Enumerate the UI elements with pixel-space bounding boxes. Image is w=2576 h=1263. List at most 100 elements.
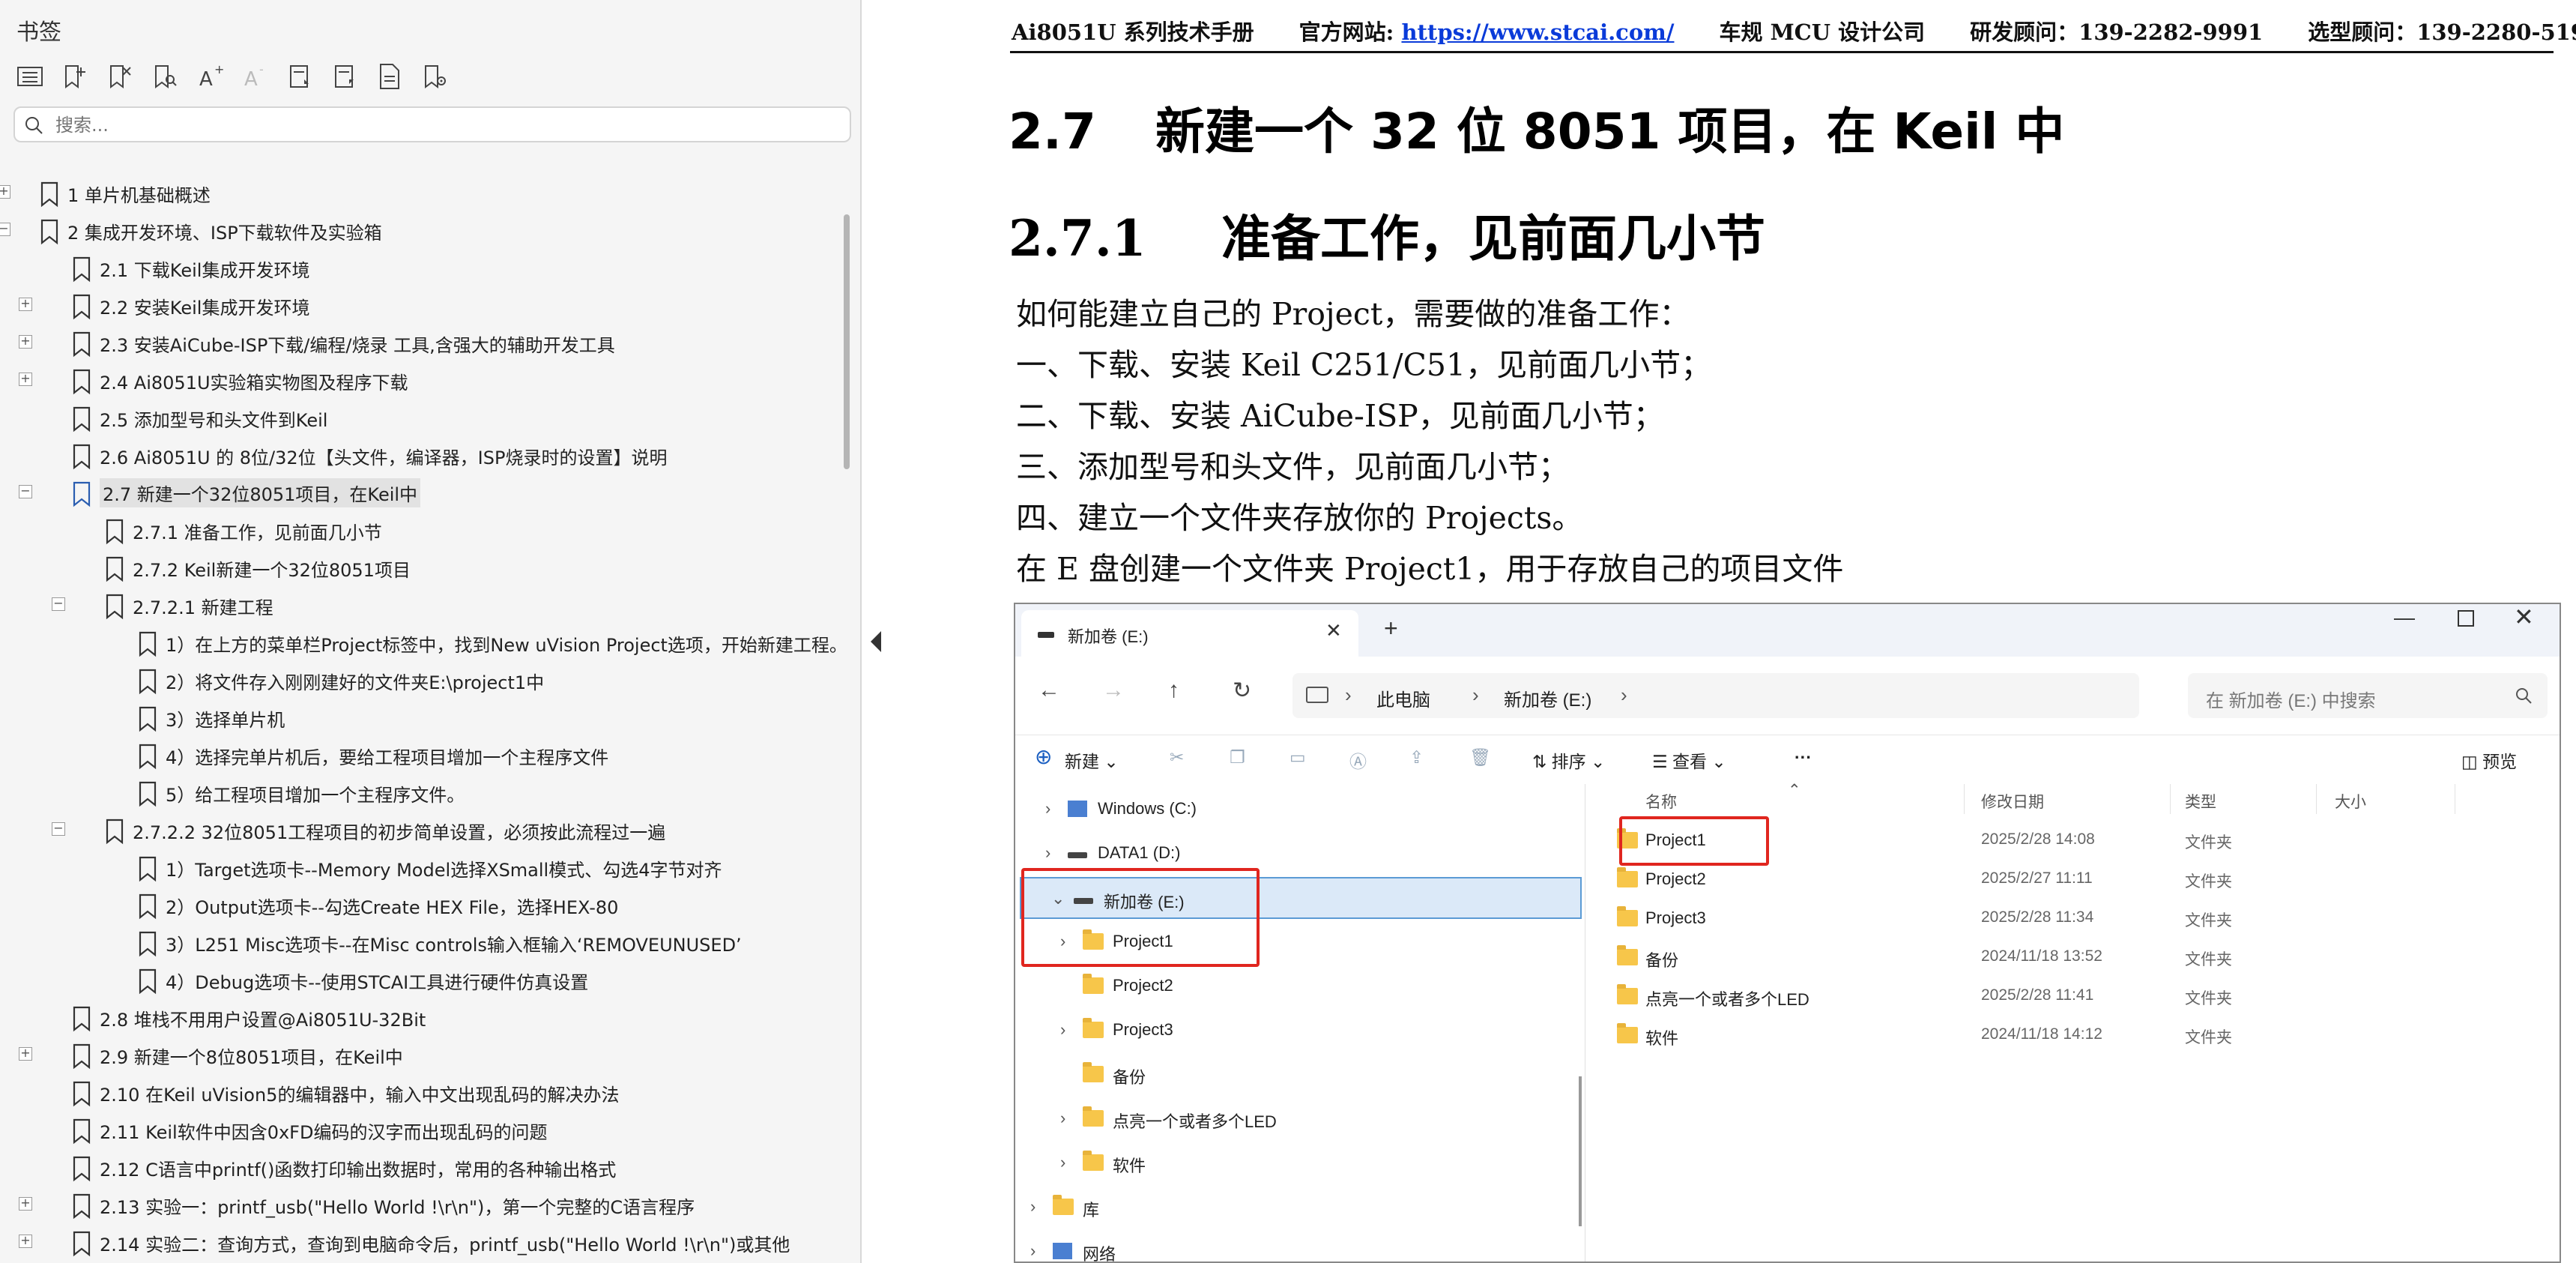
bookmark-icon bbox=[73, 406, 91, 432]
page-header: Ai8051U 系列技术手册 官方网站: https://www.stcai.co… bbox=[1012, 15, 2576, 46]
sort-command: ⇅ 排序 ⌄ bbox=[1532, 752, 1606, 771]
view-label: 查看 bbox=[1672, 752, 1708, 771]
bookmark-item[interactable]: +2.14 实验二：查询方式，查询到电脑命令后，printf_usb("Hell… bbox=[0, 1223, 832, 1261]
bookmark-item[interactable]: 2.1 下载Keil集成开发环境 bbox=[0, 249, 832, 286]
bookmark-item[interactable]: +2.9 新建一个8位8051项目，在Keil中 bbox=[0, 1036, 832, 1073]
bookmark-label: 2.11 Keil软件中因含0xFD编码的汉字而出现乱码的问题 bbox=[100, 1122, 548, 1143]
maximize-icon bbox=[2458, 610, 2474, 627]
column-divider bbox=[1964, 784, 1965, 814]
explorer-tab-title: 新加卷 (E:) bbox=[1068, 627, 1149, 646]
file-type: 文件夹 bbox=[2185, 912, 2232, 929]
bookmark-icon bbox=[139, 856, 157, 882]
file-name: Project2 bbox=[1645, 869, 1706, 888]
bookmark-label: 2.7.1 准备工作，见前面几小节 bbox=[133, 522, 382, 543]
bookmark-label: 1）在上方的菜单栏Project标签中，找到New uVision Projec… bbox=[166, 635, 839, 656]
document-icon bbox=[380, 64, 399, 89]
bookmark-item[interactable]: +2.13 实验一：printf_usb("Hello World !\r\n"… bbox=[0, 1186, 832, 1223]
bookmark-search[interactable] bbox=[13, 106, 851, 142]
bookmark-icon bbox=[73, 331, 91, 358]
expand-all-button[interactable] bbox=[13, 60, 46, 93]
header-rule bbox=[1010, 51, 2554, 53]
bookmark-search-input[interactable] bbox=[54, 112, 836, 139]
bookmark-item[interactable]: 2）Output选项卡--勾选Create HEX File，选择HEX-80 bbox=[0, 886, 832, 923]
address-bar: › 此电脑 › 新加卷 (E:) › bbox=[1292, 673, 2139, 718]
file-name: 软件 bbox=[1645, 1029, 1679, 1048]
bookmark-item[interactable]: 2.7.1 准备工作，见前面几小节 bbox=[0, 511, 832, 549]
bookmark-icon bbox=[73, 1081, 91, 1107]
collapse-panel-arrow-icon[interactable] bbox=[871, 631, 881, 652]
close-icon: ✕ bbox=[1325, 619, 1342, 642]
bookmark-item[interactable]: 2.8 堆栈不用用户设置@Ai8051U-32Bit bbox=[0, 998, 832, 1036]
bookmark-item[interactable]: 2）将文件存入刚刚建好的文件夹E:\project1中 bbox=[0, 661, 832, 699]
bookmark-item[interactable]: +2.3 安装AiCube-ISP下载/编程/烧录 工具,含强大的辅助开发工具 bbox=[0, 324, 832, 361]
expand-toggle-icon[interactable]: + bbox=[19, 335, 32, 349]
bookmark-item[interactable]: 5）给工程项目增加一个主程序文件。 bbox=[0, 774, 832, 811]
bookmark-icon bbox=[73, 1156, 91, 1182]
bookmark-item[interactable]: 1）Target选项卡--Memory Model选择XSmall模式、勾选4字… bbox=[0, 848, 832, 886]
bookmark-item[interactable]: 2.10 在Keil uVision5的编辑器中，输入中文出现乱码的解决办法 bbox=[0, 1073, 832, 1111]
bookmark-delete-icon bbox=[110, 65, 131, 88]
folder-icon bbox=[1083, 1151, 1104, 1171]
chevron-right-icon: › bbox=[1045, 799, 1051, 818]
bookmark-item[interactable]: +2.2 安装Keil集成开发环境 bbox=[0, 286, 832, 324]
expand-toggle-icon[interactable]: + bbox=[19, 298, 32, 311]
bookmark-item[interactable]: 4）Debug选项卡--使用STCAI工具进行硬件仿真设置 bbox=[0, 961, 832, 998]
folder-icon bbox=[1617, 945, 1638, 965]
bookmark-item[interactable]: +2.4 Ai8051U实验箱实物图及程序下载 bbox=[0, 361, 832, 399]
bookmark-item[interactable]: 2.6 Ai8051U 的 8位/32位【头文件，编译器，ISP烧录时的设置】说… bbox=[0, 436, 832, 474]
bookmark-item[interactable]: 2.7.2 Keil新建一个32位8051项目 bbox=[0, 549, 832, 586]
chevron-right-icon: › bbox=[1345, 684, 1352, 706]
collapse-toggle-icon[interactable]: − bbox=[52, 597, 65, 611]
collapse-icon bbox=[335, 65, 354, 88]
bookmark-item[interactable]: 3）选择单片机 bbox=[0, 699, 832, 736]
nav-tree-label: 点亮一个或者多个LED bbox=[1113, 1112, 1277, 1131]
bookmark-item[interactable]: − 2.7.2.1 新建工程 bbox=[0, 586, 832, 624]
font-larger-button[interactable]: A + bbox=[193, 60, 226, 93]
tree-scrollbar[interactable] bbox=[844, 214, 850, 469]
bookmark-icon bbox=[73, 256, 91, 283]
find-bookmark-button[interactable] bbox=[148, 60, 181, 93]
column-header-size: 大小 bbox=[2335, 794, 2366, 811]
bookmark-item[interactable]: 2.11 Keil软件中因含0xFD编码的汉字而出现乱码的问题 bbox=[0, 1111, 832, 1148]
bookmark-properties-button[interactable] bbox=[373, 60, 406, 93]
subsection-number: 2.7.1 bbox=[1009, 209, 1146, 268]
bookmark-item[interactable]: 1）在上方的菜单栏Project标签中，找到New uVision Projec… bbox=[0, 624, 839, 661]
file-row: 软件 2024/11/18 14:12 文件夹 bbox=[1585, 1015, 2560, 1053]
bookmark-label: 2 集成开发环境、ISP下载软件及实验箱 bbox=[67, 223, 382, 244]
nav-tree-label: 网络 bbox=[1083, 1245, 1116, 1263]
expand-toggle-icon[interactable]: + bbox=[19, 1197, 32, 1211]
manual-title: Ai8051U 系列技术手册 bbox=[1012, 19, 1254, 45]
bookmark-item[interactable]: +1 单片机基础概述 bbox=[0, 174, 832, 211]
expand-level-button[interactable] bbox=[283, 60, 316, 93]
bookmark-item[interactable]: − 2.7 新建一个32位8051项目，在Keil中 bbox=[0, 474, 832, 511]
add-bookmark-button[interactable] bbox=[58, 60, 91, 93]
collapse-toggle-icon[interactable]: − bbox=[19, 485, 32, 498]
chevron-right-icon: › bbox=[1060, 1153, 1066, 1172]
expand-toggle-icon[interactable]: + bbox=[19, 1235, 32, 1248]
bookmark-item[interactable]: − 2 集成开发环境、ISP下载软件及实验箱 bbox=[0, 211, 832, 249]
column-header-type: 类型 bbox=[2185, 794, 2216, 811]
collapse-toggle-icon[interactable]: − bbox=[0, 223, 10, 236]
bookmark-item[interactable]: 2.12 C语言中printf()函数打印输出数据时，常用的各种输出格式 bbox=[0, 1148, 832, 1186]
bookmark-item[interactable]: − 2.7.2.2 32位8051工程项目的初步简单设置，必须按此流程过一遍 bbox=[0, 811, 832, 848]
collapse-toggle-icon[interactable]: − bbox=[52, 822, 65, 836]
nav-tree-item: › 软件 bbox=[1015, 1142, 1585, 1184]
nav-scrollbar bbox=[1579, 1076, 1582, 1226]
bookmark-item[interactable]: 3）L251 Misc选项卡--在Misc controls输入框输入‘REMO… bbox=[0, 923, 832, 961]
expand-toggle-icon[interactable]: + bbox=[0, 185, 10, 199]
bookmark-label: 2.14 实验二：查询方式，查询到电脑命令后，printf_usb("Hello… bbox=[100, 1235, 790, 1256]
website-link[interactable]: https://www.stcai.com/ bbox=[1401, 19, 1674, 45]
section-number: 2.7 bbox=[1009, 103, 1096, 160]
bookmark-settings-button[interactable] bbox=[418, 60, 451, 93]
expand-toggle-icon[interactable]: + bbox=[19, 1047, 32, 1061]
explorer-titlebar: 新加卷 (E:) ✕ + — ✕ bbox=[1015, 604, 2560, 657]
bookmark-item[interactable]: 4）选择完单片机后，要给工程项目增加一个主程序文件 bbox=[0, 736, 832, 774]
bookmark-icon bbox=[106, 819, 124, 845]
bookmark-item[interactable]: 2.5 添加型号和头文件到Keil bbox=[0, 399, 832, 436]
expand-toggle-icon[interactable]: + bbox=[19, 373, 32, 386]
delete-bookmark-button[interactable] bbox=[103, 60, 136, 93]
collapse-level-button[interactable] bbox=[328, 60, 361, 93]
chevron-right-icon: › bbox=[1060, 1109, 1066, 1127]
folder-icon bbox=[1053, 1195, 1074, 1215]
font-smaller-button[interactable]: A- bbox=[238, 60, 271, 93]
